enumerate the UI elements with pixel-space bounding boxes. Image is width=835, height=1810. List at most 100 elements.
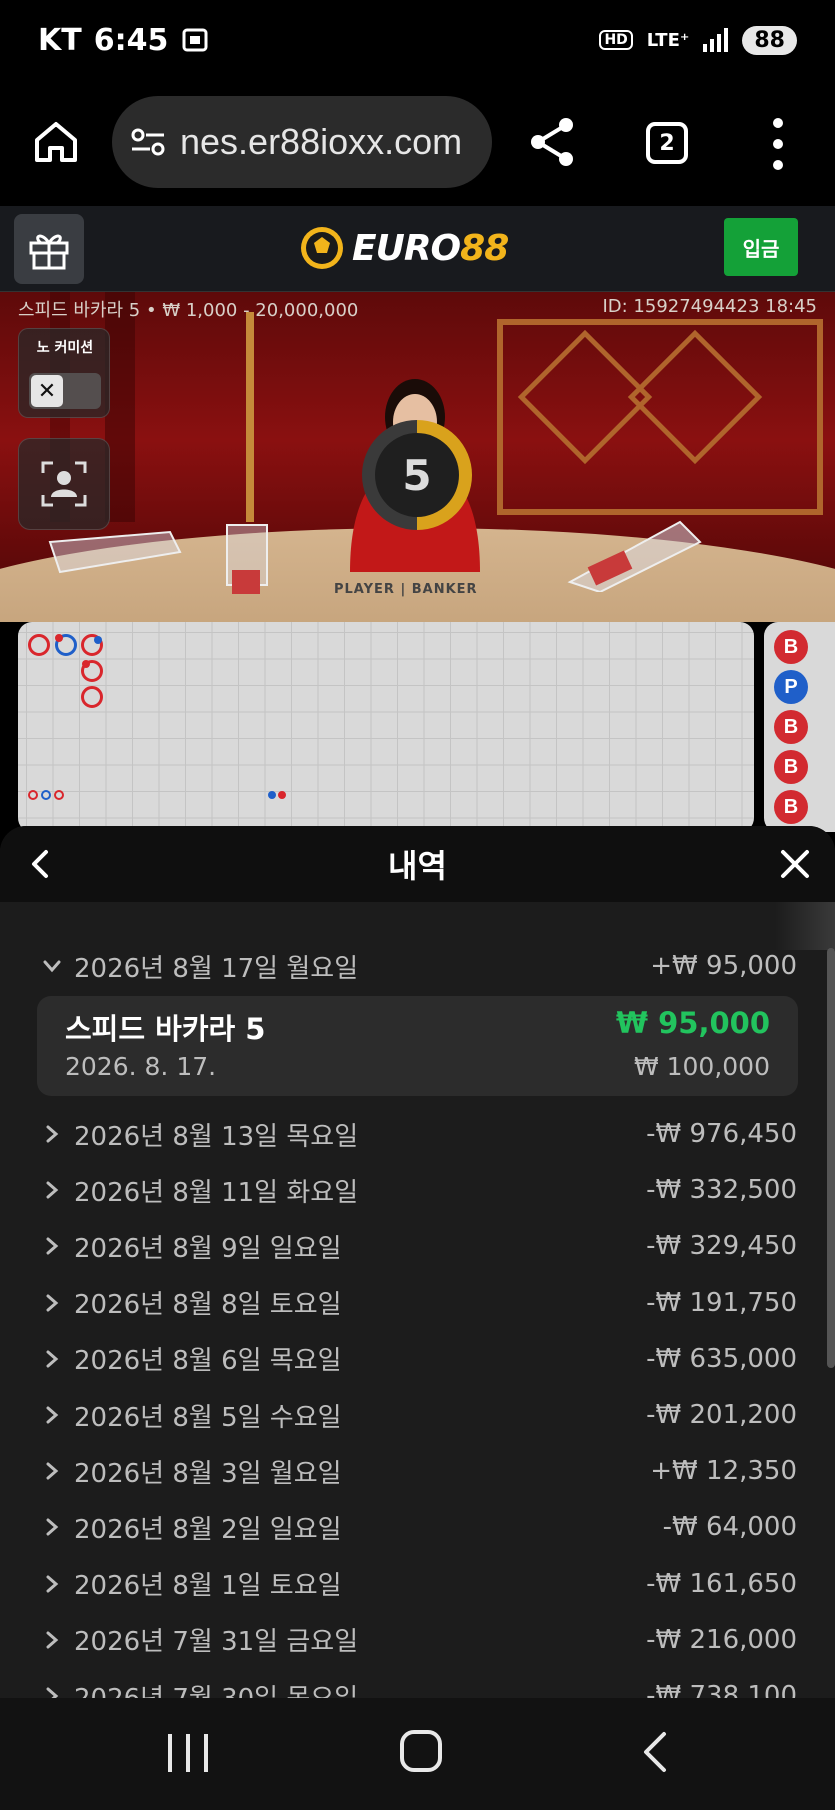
table-limits: 스피드 바카라 5 • ₩ 1,000 - 20,000,000 [18, 300, 359, 321]
back-icon[interactable] [640, 1730, 670, 1774]
chevron-right-icon [46, 1406, 59, 1424]
day-amount: -₩ 201,200 [646, 1400, 797, 1430]
bet-payout: ₩ 95,000 [616, 1006, 770, 1040]
soccer-ball-icon [301, 227, 343, 269]
history-day-row[interactable]: 2026년 8월 2일 일요일 -₩ 64,000 [0, 1499, 835, 1555]
battery-indicator: 88 [742, 25, 797, 55]
system-navigation-bar [0, 1698, 835, 1810]
road-marker [54, 790, 64, 800]
bet-game-name: 스피드 바카라 5 [65, 1012, 266, 1046]
player-banker-label: PLAYER | BANKER [334, 582, 478, 597]
home-button-icon[interactable] [400, 1730, 442, 1772]
bead-banker: B [774, 750, 808, 784]
chevron-right-icon [46, 1181, 59, 1199]
chevron-right-icon [46, 1350, 59, 1368]
back-chevron-icon[interactable] [22, 846, 58, 882]
signal-icon [703, 28, 729, 52]
road-marker [28, 634, 50, 656]
share-icon[interactable] [528, 116, 576, 168]
gift-button[interactable] [14, 214, 84, 284]
chevron-right-icon [46, 1687, 59, 1698]
bet-stake: ₩ 100,000 [633, 1052, 770, 1081]
road-marker [81, 686, 103, 708]
discard-tray [48, 530, 182, 574]
more-menu-icon[interactable] [772, 118, 784, 170]
history-day-row[interactable]: 2026년 8월 6일 목요일 -₩ 635,000 [0, 1331, 835, 1387]
network-label: LTE⁺ [646, 29, 690, 51]
bet-date: 2026. 8. 17. [65, 1052, 217, 1081]
chevron-right-icon [46, 1462, 59, 1480]
address-bar[interactable]: nes.er88ioxx.com [112, 96, 492, 188]
day-amount: -₩ 64,000 [662, 1512, 797, 1543]
day-date: 2026년 8월 9일 일요일 [74, 1233, 342, 1264]
history-sheet: 내역 2026년 8월 17일 월요일 +₩ 95,000 스피드 바카라 5 … [0, 826, 835, 1698]
deposit-button[interactable]: 입금 [724, 218, 798, 276]
bead-banker: B [774, 710, 808, 744]
bet-record-card[interactable]: 스피드 바카라 5 2026. 8. 17. ₩ 95,000 ₩ 100,00… [37, 996, 798, 1096]
bead-road[interactable]: B P B B B [764, 622, 835, 832]
day-date: 2026년 8월 3일 월요일 [74, 1458, 342, 1489]
bead-banker: B [774, 790, 808, 824]
chevron-right-icon [46, 1631, 59, 1649]
day-date: 2026년 8월 5일 수요일 [74, 1402, 342, 1433]
day-amount: +₩ 12,350 [650, 1456, 797, 1487]
round-id: ID: 15927494423 18:45 [602, 296, 817, 317]
history-day-row[interactable]: 2026년 8월 9일 일요일 -₩ 329,450 [0, 1218, 835, 1274]
day-amount: -₩ 332,500 [646, 1175, 797, 1206]
euro88-logo[interactable]: EURO88 [298, 220, 509, 276]
screenshot-icon [182, 28, 208, 52]
clock: 6:45 [93, 22, 169, 58]
history-day-row[interactable]: 2026년 7월 30일 목요일 -₩ 738,100 [0, 1668, 835, 1698]
bead-player: P [774, 670, 808, 704]
history-day-row[interactable]: 2026년 8월 5일 수요일 -₩ 201,200 [0, 1387, 835, 1443]
day-date: 2026년 8월 8일 토요일 [74, 1290, 342, 1321]
day-amount: -₩ 329,450 [646, 1231, 797, 1262]
day-amount: -₩ 976,450 [646, 1119, 797, 1149]
close-icon: ✕ [31, 375, 63, 407]
camera-view-button[interactable] [18, 438, 110, 530]
site-header: EURO88 입금 [0, 206, 835, 292]
no-commission-toggle[interactable]: ✕ [29, 373, 101, 409]
day-date: 2026년 7월 30일 목요일 [74, 1678, 358, 1699]
chevron-down-icon [43, 960, 61, 973]
home-icon[interactable] [32, 118, 80, 166]
history-header: 내역 [0, 826, 835, 902]
history-day-row[interactable]: 2026년 8월 8일 토요일 -₩ 191,750 [0, 1275, 835, 1331]
day-date: 2026년 8월 17일 월요일 [74, 953, 359, 984]
history-day-row[interactable]: 2026년 8월 3일 월요일 +₩ 12,350 [0, 1443, 835, 1499]
history-day-row[interactable]: 2026년 8월 11일 화요일 -₩ 332,500 [0, 1162, 835, 1218]
tab-switcher-button[interactable]: 2 [646, 122, 688, 164]
live-video-stream: 스피드 바카라 5 • ₩ 1,000 - 20,000,000 ID: 159… [0, 292, 835, 622]
road-dot [55, 634, 63, 642]
day-amount: -₩ 738,100 [646, 1681, 797, 1698]
site-settings-icon[interactable] [130, 127, 166, 157]
day-date: 2026년 8월 13일 목요일 [74, 1121, 359, 1152]
history-day-row[interactable]: 2026년 7월 31일 금요일 -₩ 216,000 [0, 1612, 835, 1668]
url-text: nes.er88ioxx.com [180, 121, 463, 162]
timer-value: 5 [375, 433, 459, 517]
road-marker [41, 790, 51, 800]
history-day-row[interactable]: 2026년 8월 1일 토요일 -₩ 161,650 [0, 1556, 835, 1612]
chevron-right-icon [46, 1518, 59, 1536]
chevron-right-icon [46, 1294, 59, 1312]
day-date: 2026년 8월 6일 목요일 [74, 1346, 342, 1377]
history-day-row[interactable]: 2026년 8월 13일 목요일 -₩ 976,450 [0, 1106, 835, 1162]
gift-icon [29, 234, 69, 270]
chevron-right-icon [46, 1125, 59, 1143]
no-commission-panel: 노 커미션 ✕ [18, 328, 110, 418]
close-icon[interactable] [777, 846, 813, 882]
road-marker [28, 790, 38, 800]
history-day-row-expanded[interactable]: 2026년 8월 17일 월요일 +₩ 95,000 [0, 938, 835, 994]
day-date: 2026년 8월 1일 토요일 [74, 1571, 342, 1602]
day-amount: -₩ 216,000 [646, 1624, 797, 1655]
road-dot [268, 791, 276, 799]
recent-apps-icon[interactable] [168, 1734, 208, 1774]
person-focus-icon [41, 461, 87, 507]
day-date: 2026년 8월 11일 화요일 [74, 1177, 359, 1208]
bead-banker: B [774, 630, 808, 664]
logo-wordmark: EURO88 [352, 227, 509, 269]
chevron-right-icon [46, 1237, 59, 1255]
day-amount: -₩ 191,750 [646, 1287, 797, 1318]
big-road-scoreboard[interactable] [18, 622, 754, 832]
day-date: 2026년 7월 31일 금요일 [74, 1627, 359, 1658]
